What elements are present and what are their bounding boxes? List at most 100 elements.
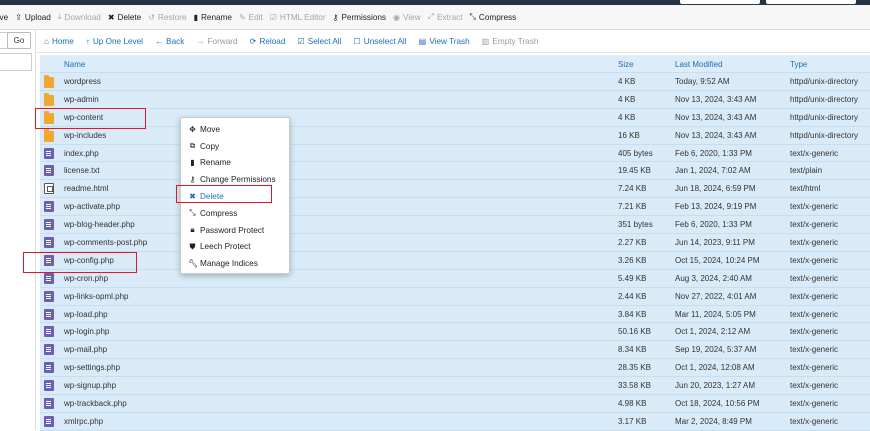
nav-up-level-button[interactable]: ↑ Up One Level [86, 37, 155, 46]
compress-icon: ⤡ [469, 12, 476, 21]
delete-icon: ✖ [107, 12, 115, 22]
row-modified: Nov 13, 2024, 3:43 AM [675, 94, 757, 104]
toolbar-edit-button[interactable]: ✎ Edit [239, 5, 270, 30]
header-input-2[interactable] [766, 0, 856, 4]
table-row[interactable]: wp-login.php 50.16 KB Oct 1, 2024, 2:12 AM… [40, 323, 870, 342]
context-menu-item-leech-protect[interactable]: ⛊ Leech Protect [181, 239, 289, 256]
row-name[interactable]: wp-activate.php [64, 202, 120, 211]
row-name[interactable]: wp-includes [64, 131, 106, 140]
table-row[interactable]: wordpress 4 KB Today, 9:52 AM httpd/unix-di… [40, 73, 870, 91]
up-level-icon: ↑ [85, 36, 90, 46]
row-name[interactable]: wp-admin [64, 95, 99, 104]
table-row[interactable]: wp-content 4 KB Nov 13, 2024, 3:43 AM httpd… [40, 108, 870, 127]
toolbar-view-button[interactable]: ◉ View [393, 5, 428, 30]
reload-icon: ⟳ [249, 37, 257, 46]
table-row[interactable]: xmlrpc.php 3.17 KB Mar 2, 2024, 8:49 PM tex… [40, 412, 870, 431]
toolbar-upload-button[interactable]: ⇪ Upload [15, 5, 58, 30]
col-header-name[interactable]: Name [64, 60, 85, 69]
toolbar-delete-button[interactable]: ✖ Delete [108, 5, 148, 30]
context-menu-item-move[interactable]: ✥ Move [181, 121, 289, 138]
nav-unselect-all-button[interactable]: ☐ Unselect All [353, 36, 418, 47]
table-row[interactable]: wp-comments-post.php 2.27 KB Jun 14, 2023,… [40, 234, 870, 252]
col-header-size[interactable]: Size [618, 60, 634, 69]
row-name[interactable]: wp-links-opml.php [64, 292, 128, 301]
row-name[interactable]: wp-trackback.php [64, 399, 127, 408]
row-modified: Jun 20, 2023, 1:27 AM [675, 381, 756, 391]
table-row[interactable]: wp-activate.php 7.21 KB Feb 13, 2024, 9:19… [40, 198, 870, 217]
row-name[interactable]: readme.html [64, 184, 108, 193]
nav-select-all-button[interactable]: ☑ Select All [297, 36, 353, 47]
toolbar-extract-button[interactable]: ⤢ Extract [428, 5, 470, 30]
row-name[interactable]: wp-content [64, 113, 103, 122]
row-name[interactable]: wordpress [64, 77, 101, 86]
table-row[interactable]: wp-cron.php 5.49 KB Aug 3, 2024, 2:40 AM te… [40, 269, 870, 288]
row-name[interactable]: wp-config.php [64, 256, 114, 265]
table-row[interactable]: wp-signup.php 33.58 KB Jun 20, 2023, 1:27 … [40, 377, 870, 396]
nav-back-button[interactable]: ← Back [155, 37, 196, 46]
table-row[interactable]: wp-mail.php 8.34 KB Sep 19, 2024, 5:37 AM t… [40, 341, 870, 360]
table-row[interactable]: readme.html 7.24 KB Jun 18, 2024, 6:59 PM t… [40, 180, 870, 199]
table-row[interactable]: wp-blog-header.php 351 bytes Feb 6, 2020, … [40, 216, 870, 235]
table-row[interactable]: wp-includes 16 KB Nov 13, 2024, 3:43 AM htt… [40, 126, 870, 145]
row-name[interactable]: wp-cron.php [64, 274, 108, 283]
go-button[interactable]: Go [7, 32, 31, 49]
toolbar-html-editor-button[interactable]: ☑ HTML Editor [270, 5, 333, 30]
toolbar-compress-button[interactable]: ⤡ Compress [470, 5, 524, 30]
context-menu-label: Delete [200, 192, 224, 202]
left-panel: Go [0, 30, 36, 430]
toolbar-download-label: Download [64, 12, 101, 22]
context-menu-label: Compress [200, 208, 238, 218]
row-name[interactable]: xmlrpc.php [64, 417, 103, 426]
header-input-1[interactable] [680, 0, 760, 4]
table-row[interactable]: index.php 405 bytes Feb 6, 2020, 1:33 PM te… [40, 144, 870, 163]
context-menu-item-rename[interactable]: ▮ Rename [181, 155, 289, 172]
row-name[interactable]: wp-login.php [64, 327, 109, 336]
toolbar-edit-label: Edit [248, 12, 263, 22]
table-row[interactable]: wp-settings.php 28.35 KB Oct 1, 2024, 12:0… [40, 359, 870, 378]
row-modified: Nov 13, 2024, 3:43 AM [675, 112, 757, 122]
folder-icon [44, 92, 54, 106]
row-name[interactable]: wp-comments-post.php [64, 238, 147, 247]
context-menu-item-copy[interactable]: ⧉ Copy [181, 138, 289, 155]
nav-forward-button[interactable]: → Forward [196, 37, 249, 46]
move-icon: ✥ [189, 124, 196, 134]
table-row[interactable]: wp-trackback.php 4.98 KB Oct 18, 2024, 10:… [40, 395, 870, 413]
nav-reload-button[interactable]: ⟳ Reload [249, 36, 298, 47]
toolbar-rename-button[interactable]: ▮ Rename [194, 5, 239, 30]
row-type: text/x-generic [790, 416, 839, 426]
context-menu-item-delete[interactable]: ✖ Delete [181, 188, 289, 205]
col-header-modified[interactable]: Last Modified [675, 60, 723, 69]
table-row[interactable]: wp-admin 4 KB Nov 13, 2024, 3:43 AM httpd/u… [40, 90, 870, 109]
toolbar-move-button[interactable]: ove [0, 5, 15, 30]
row-modified: Oct 1, 2024, 12:08 AM [675, 363, 755, 373]
nav-home-button[interactable]: ⌂ Home [44, 37, 86, 46]
row-size: 3.17 KB [618, 416, 647, 426]
tree-filter-input[interactable] [0, 53, 32, 71]
nav-view-trash-button[interactable]: ▤ View Trash [419, 36, 482, 47]
toolbar-download-button[interactable]: ⤓ Download [58, 5, 108, 30]
row-name[interactable]: wp-load.php [64, 310, 108, 319]
toolbar-permissions-button[interactable]: ⚷ Permissions [333, 5, 393, 30]
context-menu-item-change-permissions[interactable]: ⚷ Change Permissions [181, 171, 289, 188]
table-row[interactable]: wp-config.php 3.26 KB Oct 15, 2024, 10:24 … [40, 251, 870, 270]
nav-empty-trash-button[interactable]: ▥ Empty Trash [482, 36, 551, 47]
row-name[interactable]: license.txt [64, 166, 100, 175]
table-row[interactable]: wp-load.php 3.84 KB Mar 11, 2024, 5:05 PM t… [40, 305, 870, 324]
row-name[interactable]: wp-signup.php [64, 381, 116, 390]
context-menu: ✥ Move ⧉ Copy ▮ Rename ⚷ Change Permissions ✖ Del… [180, 117, 290, 274]
table-row[interactable]: wp-links-opml.php 2.44 KB Nov 27, 2022, 4:… [40, 287, 870, 306]
row-name[interactable]: wp-blog-header.php [64, 220, 135, 229]
context-menu-item-manage-indices[interactable]: 🔧︎ Manage Indices [181, 255, 289, 272]
toolbar-restore-button[interactable]: ↺ Restore [148, 5, 193, 30]
row-name[interactable]: index.php [64, 149, 99, 158]
row-size: 16 KB [618, 130, 640, 140]
row-name[interactable]: wp-mail.php [64, 345, 107, 354]
row-name[interactable]: wp-settings.php [64, 363, 120, 372]
file-icon [44, 308, 54, 320]
nav-view-trash-label: View Trash [429, 36, 470, 46]
context-menu-item-password-protect[interactable]: 🔒︎ Password Protect [181, 222, 289, 239]
col-header-type[interactable]: Type [790, 60, 807, 69]
table-row[interactable]: license.txt 19.45 KB Jan 1, 2024, 7:02 AM t… [40, 162, 870, 181]
nav-home-label: Home [51, 36, 74, 46]
context-menu-item-compress[interactable]: ⤡ Compress [181, 205, 289, 222]
